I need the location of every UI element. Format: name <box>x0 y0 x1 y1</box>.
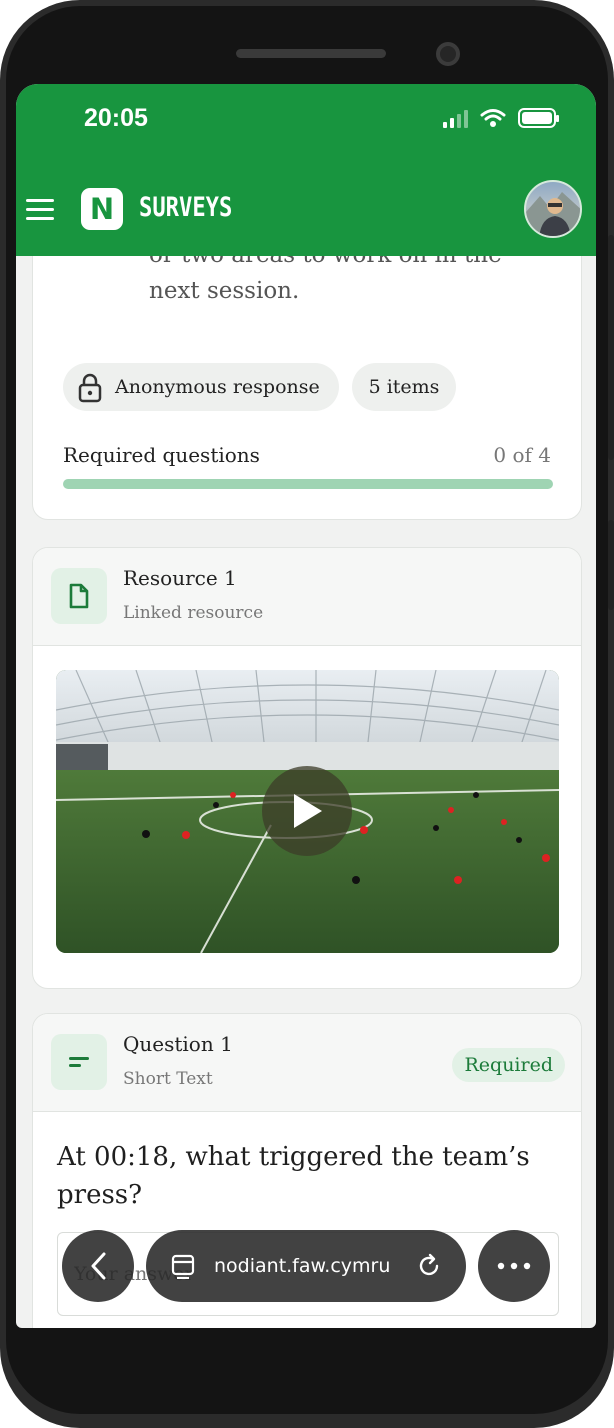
required-badge: Required <box>452 1048 565 1082</box>
browser-back-button[interactable] <box>62 1230 134 1302</box>
question-title: Question 1 <box>123 1032 233 1056</box>
avatar[interactable] <box>524 180 582 238</box>
app-brand: SURVEYS <box>139 192 233 223</box>
scroll-content: or two areas to work on in the next sess… <box>16 236 596 1328</box>
phone-frame: or two areas to work on in the next sess… <box>0 0 614 1428</box>
status-bar: 20:05 <box>16 84 596 164</box>
side-button <box>608 520 614 610</box>
side-button <box>608 235 614 460</box>
status-time: 20:05 <box>84 104 148 132</box>
lock-icon <box>78 373 102 403</box>
play-icon <box>294 794 322 828</box>
browser-address-bar[interactable]: nodiant.faw.cymru <box>146 1230 466 1302</box>
question-header: Question 1 Short Text Required <box>33 1014 581 1112</box>
more-icon <box>497 1262 531 1270</box>
question-text: At 00:18, what triggered the team’s pres… <box>57 1142 530 1210</box>
screen: or two areas to work on in the next sess… <box>16 84 596 1328</box>
required-questions-count: 0 of 4 <box>493 443 551 467</box>
required-progress-bar <box>63 479 553 489</box>
app-bar: N SURVEYS <box>16 164 596 256</box>
short-text-icon <box>51 1034 107 1090</box>
anonymous-chip: Anonymous response <box>63 363 339 411</box>
resource-card: Resource 1 Linked resource <box>32 547 582 989</box>
question-type: Short Text <box>123 1069 213 1089</box>
speaker-grille <box>236 49 386 58</box>
resource-header: Resource 1 Linked resource <box>33 548 581 646</box>
signal-icon <box>443 108 468 128</box>
video-thumbnail[interactable] <box>56 670 559 953</box>
browser-more-button[interactable] <box>478 1230 550 1302</box>
browser-url: nodiant.faw.cymru <box>214 1255 391 1277</box>
battery-icon <box>518 108 559 128</box>
chevron-left-icon <box>91 1252 106 1280</box>
anonymous-chip-label: Anonymous response <box>115 376 320 398</box>
items-count-chip: 5 items <box>352 363 456 411</box>
resource-title: Resource 1 <box>123 566 237 590</box>
file-icon <box>51 568 107 624</box>
front-camera <box>436 42 460 66</box>
tabs-icon <box>171 1254 195 1279</box>
play-button[interactable] <box>262 766 352 856</box>
resource-subtitle: Linked resource <box>123 603 264 623</box>
survey-info-card: or two areas to work on in the next sess… <box>32 236 582 520</box>
app-logo: N <box>81 188 123 230</box>
hamburger-icon[interactable] <box>26 199 54 221</box>
reload-icon[interactable] <box>416 1253 442 1279</box>
status-icons <box>443 108 559 128</box>
wifi-icon <box>480 109 506 127</box>
required-questions-label: Required questions <box>63 443 260 467</box>
